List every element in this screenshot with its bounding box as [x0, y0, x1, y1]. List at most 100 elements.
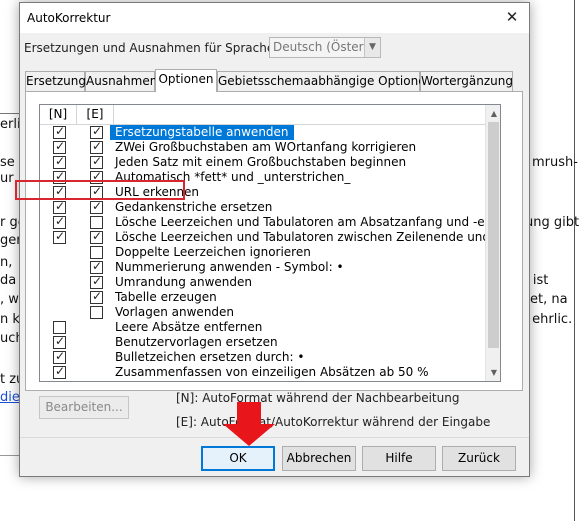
document-text-fragment: ur [0, 171, 14, 186]
option-label: Benutzervorlagen ersetzen [115, 335, 278, 349]
option-label: Bulletzeichen ersetzen durch: • [115, 350, 305, 364]
annotation-arrow-icon [223, 402, 275, 446]
checkmark-icon: ✓ [92, 199, 103, 213]
checkmark-icon: ✓ [55, 349, 66, 363]
document-text-fragment: se [0, 155, 15, 170]
scrollbar-thumb[interactable] [488, 122, 499, 348]
column-n-header[interactable]: [N] [40, 105, 77, 125]
list-header: [N] [E] [40, 105, 485, 125]
checkmark-icon: ✓ [55, 139, 66, 153]
option-row[interactable]: Vorlagen anwenden [40, 305, 485, 320]
option-row[interactable]: Doppelte Leerzeichen ignorieren [40, 245, 485, 260]
option-row[interactable]: ✓ ✓ Gedankenstriche ersetzen [40, 199, 485, 215]
cancel-button[interactable]: Abbrechen [282, 446, 356, 471]
option-label: Ersetzungstabelle anwenden [110, 125, 294, 140]
option-row[interactable]: ✓ Nummerierung anwenden - Symbol: • [40, 259, 485, 275]
checkmark-icon: ✓ [55, 364, 66, 378]
checkbox-e[interactable]: ✓ [90, 289, 103, 304]
checkmark-icon: ✓ [55, 334, 66, 348]
option-row[interactable]: ✓ Tabelle erzeugen [40, 289, 485, 305]
option-row[interactable]: ✓ ✓ Lösche Leerzeichen und Tabulatoren zwi… [40, 229, 500, 245]
tab-ersetzung[interactable]: Ersetzung [25, 71, 86, 91]
document-text-fragment: n, [0, 255, 13, 270]
checkbox-e[interactable] [90, 216, 103, 229]
option-row[interactable]: ✓ ✓ ZWei Großbuchstaben am WOrtanfang korr… [40, 139, 485, 155]
checkbox-e[interactable]: ✓ [90, 139, 103, 154]
option-label: Tabelle erzeugen [115, 290, 217, 304]
option-row[interactable]: ✓ Zusammenfassen von einzeiligen Absätzen… [40, 364, 485, 380]
option-label: Gedankenstriche ersetzen [115, 200, 273, 214]
document-text-fragment: mrush- [532, 155, 578, 170]
annotation-highlight-box [15, 180, 185, 200]
scroll-up-icon[interactable]: ▲ [486, 105, 500, 122]
document-text-fragment: et, na [530, 292, 568, 307]
option-row[interactable]: ✓ ✓ Jeden Satz mit einem Großbuchstaben be… [40, 154, 485, 170]
document-text-fragment: , w [0, 292, 19, 307]
checkmark-icon: ✓ [92, 124, 103, 138]
column-e-header[interactable]: [E] [77, 105, 114, 125]
ok-button[interactable]: OK [201, 446, 275, 471]
option-label: Doppelte Leerzeichen ignorieren [115, 245, 311, 259]
checkbox-n[interactable]: ✓ [53, 229, 66, 244]
checkbox-e[interactable]: ✓ [90, 274, 103, 289]
option-label: Leere Absätze entfernen [115, 320, 263, 334]
checkbox-e[interactable] [90, 306, 103, 319]
checkbox-e[interactable]: ✓ [90, 124, 103, 139]
checkbox-n[interactable]: ✓ [53, 364, 66, 379]
page-border [574, 0, 575, 521]
checkbox-e[interactable]: ✓ [90, 229, 103, 244]
language-label: Ersetzungen und Ausnahmen für Sprache: [24, 41, 279, 55]
tab-ausnahmen[interactable]: Ausnahmen [85, 71, 157, 91]
option-row[interactable]: ✓ Lösche Leerzeichen und Tabulatoren am A… [40, 214, 500, 230]
checkbox-e[interactable]: ✓ [90, 259, 103, 274]
option-row[interactable]: Leere Absätze entfernen [40, 320, 485, 335]
tab-gebietsschema[interactable]: Gebietsschemaabhängige Optionen [217, 71, 433, 91]
help-button[interactable]: Hilfe [362, 446, 436, 471]
checkbox-n[interactable]: ✓ [53, 139, 66, 154]
edit-button[interactable]: Bearbeiten... [39, 396, 129, 419]
checkbox-n[interactable]: ✓ [53, 214, 66, 229]
reset-button[interactable]: Zurück [442, 446, 516, 471]
checkmark-icon: ✓ [55, 199, 66, 213]
checkmark-icon: ✓ [92, 259, 103, 273]
tab-optionen[interactable]: Optionen [155, 69, 217, 92]
option-row[interactable]: ✓ Benutzervorlagen ersetzen [40, 334, 485, 350]
checkmark-icon: ✓ [55, 229, 66, 243]
language-select-value: Deutsch (Österrei [273, 40, 379, 54]
scroll-down-icon[interactable]: ▼ [486, 364, 500, 381]
option-row[interactable]: ✓ ✓ Ersetzungstabelle anwenden [40, 124, 485, 140]
chevron-down-icon: ▼ [364, 38, 380, 57]
checkbox-n[interactable]: ✓ [53, 154, 66, 169]
option-row[interactable]: ✓ Bulletzeichen ersetzen durch: • [40, 349, 485, 365]
options-list: [N] [E] ✓ ✓ Ersetzungstabelle anwenden ✓ ✓ ZW… [39, 104, 501, 382]
document-text-fragment: die [0, 390, 20, 405]
options-rows: ✓ ✓ Ersetzungstabelle anwenden ✓ ✓ ZWei Großb… [40, 124, 500, 380]
checkbox-e[interactable] [90, 246, 103, 259]
tab-wortergaenzung[interactable]: Wortergänzung [420, 71, 513, 91]
checkbox-n[interactable]: ✓ [53, 124, 66, 139]
checkmark-icon: ✓ [55, 124, 66, 138]
option-label: Vorlagen anwenden [115, 305, 235, 319]
option-label: Lösche Leerzeichen und Tabulatoren am Ab… [115, 215, 501, 229]
checkmark-icon: ✓ [92, 154, 103, 168]
checkbox-e[interactable]: ✓ [90, 154, 103, 169]
title-bar: AutoKorrektur ✕ [20, 3, 529, 33]
checkbox-n[interactable]: ✓ [53, 334, 66, 349]
document-text-fragment: da [0, 273, 17, 288]
checkbox-e[interactable]: ✓ [90, 199, 103, 214]
option-row[interactable]: ✓ Umrandung anwenden [40, 274, 485, 290]
option-label: Jeden Satz mit einem Großbuchstaben begi… [115, 155, 407, 169]
close-icon[interactable]: ✕ [503, 8, 521, 26]
vertical-scrollbar[interactable]: ▲ ▼ [485, 105, 500, 381]
options-panel: [N] [E] ✓ ✓ Ersetzungstabelle anwenden ✓ ✓ ZW… [25, 91, 523, 391]
option-label: Umrandung anwenden [115, 275, 252, 289]
column-label-header [114, 105, 485, 125]
option-label: Nummerierung anwenden - Symbol: • [115, 260, 344, 274]
option-label: Zusammenfassen von einzeiligen Absätzen … [115, 365, 429, 379]
legend-n: [N]: AutoFormat während der Nachbearbeit… [176, 391, 460, 405]
checkbox-n[interactable]: ✓ [53, 199, 66, 214]
option-label: ZWei Großbuchstaben am WOrtanfang korrig… [115, 140, 417, 154]
checkbox-n[interactable] [53, 321, 66, 334]
option-label: Lösche Leerzeichen und Tabulatoren zwisc… [115, 230, 501, 244]
checkbox-n[interactable]: ✓ [53, 349, 66, 364]
